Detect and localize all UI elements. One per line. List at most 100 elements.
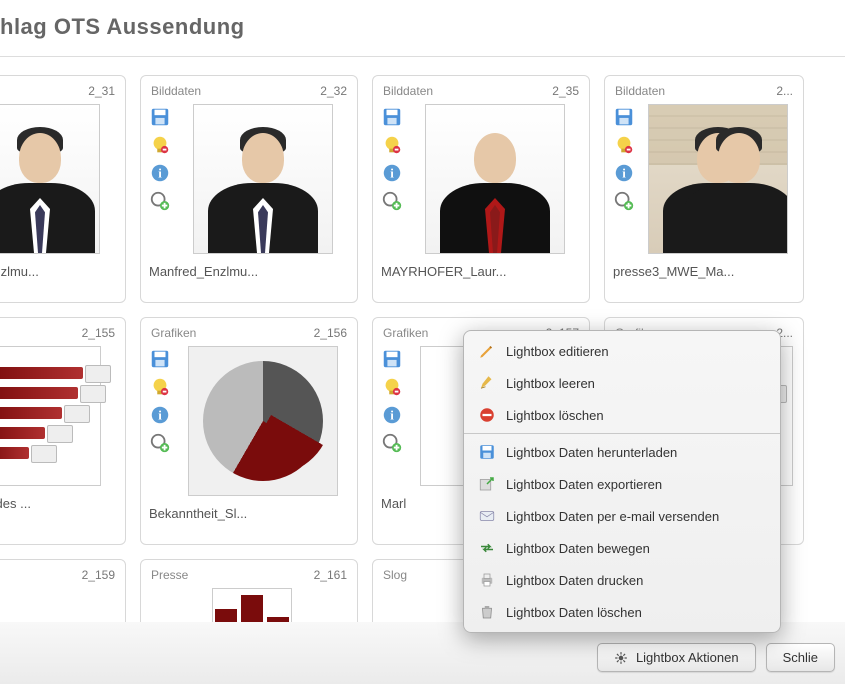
card-action-col: i bbox=[381, 104, 403, 254]
svg-text:i: i bbox=[622, 167, 626, 181]
menu-label: Lightbox Daten herunterladen bbox=[506, 445, 677, 460]
card-caption: Manfred_Enzlmu... bbox=[149, 254, 349, 279]
save-icon[interactable] bbox=[149, 348, 171, 370]
save-icon[interactable] bbox=[613, 106, 635, 128]
menu-email[interactable]: Lightbox Daten per e-mail versenden bbox=[464, 500, 780, 532]
card-id: 2_159 bbox=[82, 568, 115, 582]
zoom-icon[interactable] bbox=[613, 190, 635, 212]
bulb-icon[interactable] bbox=[149, 134, 171, 156]
page-title: hlag OTS Aussendung bbox=[0, 14, 845, 40]
save-icon[interactable] bbox=[381, 106, 403, 128]
thumbnail[interactable] bbox=[409, 104, 581, 254]
info-icon[interactable]: i bbox=[149, 404, 171, 426]
menu-move[interactable]: Lightbox Daten bewegen bbox=[464, 532, 780, 564]
bulb-icon[interactable] bbox=[149, 376, 171, 398]
card-category: Slog bbox=[383, 568, 407, 582]
asset-card[interactable]: Bilddaten 2_35 i MAYRHOFER_Laur... bbox=[372, 75, 590, 303]
svg-text:i: i bbox=[390, 167, 394, 181]
card-caption: MAYRHOFER_Laur... bbox=[381, 254, 581, 279]
button-label: Schlie bbox=[783, 650, 818, 665]
menu-label: Lightbox Daten löschen bbox=[506, 605, 642, 620]
card-id: 2_155 bbox=[82, 326, 115, 340]
window-header: hlag OTS Aussendung bbox=[0, 0, 845, 52]
broom-icon bbox=[478, 374, 496, 392]
info-icon[interactable]: i bbox=[613, 162, 635, 184]
disk-icon bbox=[478, 443, 496, 461]
asset-card[interactable]: Bilddaten 2... i presse3_MWE_Ma... bbox=[604, 75, 804, 303]
close-button[interactable]: Schlie bbox=[766, 643, 835, 672]
card-id: 2_32 bbox=[320, 84, 347, 98]
card-action-col: i bbox=[149, 346, 171, 496]
zoom-icon[interactable] bbox=[381, 432, 403, 454]
bulb-icon[interactable] bbox=[381, 134, 403, 156]
card-category: Bilddaten bbox=[615, 84, 665, 98]
minus-circle-icon bbox=[478, 406, 496, 424]
menu-clear[interactable]: Lightbox leeren bbox=[464, 367, 780, 399]
svg-text:i: i bbox=[158, 167, 162, 181]
menu-edit[interactable]: Lightbox editieren bbox=[464, 335, 780, 367]
card-id: 2_161 bbox=[314, 568, 347, 582]
header-divider bbox=[0, 56, 845, 57]
pencil-icon bbox=[478, 342, 496, 360]
card-id: 2... bbox=[776, 84, 793, 98]
button-label: Lightbox Aktionen bbox=[636, 650, 739, 665]
save-icon[interactable] bbox=[381, 348, 403, 370]
card-id: 2_31 bbox=[88, 84, 115, 98]
menu-label: Lightbox Daten per e-mail versenden bbox=[506, 509, 719, 524]
menu-label: Lightbox Daten exportieren bbox=[506, 477, 662, 492]
mail-icon bbox=[478, 507, 496, 525]
card-category: Bilddaten bbox=[383, 84, 433, 98]
thumbnail[interactable] bbox=[0, 346, 117, 486]
menu-separator bbox=[464, 433, 780, 434]
info-icon[interactable]: i bbox=[381, 162, 403, 184]
card-category: Grafiken bbox=[383, 326, 428, 340]
card-category: Grafiken bbox=[151, 326, 196, 340]
card-action-col: i bbox=[381, 346, 403, 486]
bulb-icon[interactable] bbox=[613, 134, 635, 156]
card-category: Presse bbox=[151, 568, 188, 582]
print-icon bbox=[478, 571, 496, 589]
thumbnail[interactable] bbox=[177, 104, 349, 254]
menu-label: Lightbox editieren bbox=[506, 344, 609, 359]
gear-icon bbox=[614, 651, 628, 665]
card-caption: ed_Enzlmu... bbox=[0, 254, 117, 279]
card-category: Bilddaten bbox=[151, 84, 201, 98]
trash-icon bbox=[478, 603, 496, 621]
svg-text:i: i bbox=[158, 409, 162, 423]
menu-label: Lightbox Daten bewegen bbox=[506, 541, 650, 556]
lightbox-context-menu: Lightbox editieren Lightbox leeren Light… bbox=[463, 330, 781, 633]
card-id: 2_35 bbox=[552, 84, 579, 98]
card-caption: Bekanntheit_Sl... bbox=[149, 496, 349, 521]
card-caption: tung_des ... bbox=[0, 486, 117, 511]
card-caption: presse3_MWE_Ma... bbox=[613, 254, 795, 279]
menu-label: Lightbox Daten drucken bbox=[506, 573, 643, 588]
asset-card[interactable]: Bilddaten 2_32 i Manfred_Enzlmu... bbox=[140, 75, 358, 303]
move-icon bbox=[478, 539, 496, 557]
thumbnail[interactable] bbox=[177, 346, 349, 496]
info-icon[interactable]: i bbox=[149, 162, 171, 184]
menu-label: Lightbox löschen bbox=[506, 408, 604, 423]
asset-card[interactable]: en 2_155 tung_des ... bbox=[0, 317, 126, 545]
export-icon bbox=[478, 475, 496, 493]
menu-download[interactable]: Lightbox Daten herunterladen bbox=[464, 436, 780, 468]
asset-card[interactable]: Grafiken 2_156 i Bekanntheit_Sl... bbox=[140, 317, 358, 545]
card-action-col: i bbox=[613, 104, 635, 254]
card-id: 2_156 bbox=[314, 326, 347, 340]
zoom-icon[interactable] bbox=[149, 432, 171, 454]
info-icon[interactable]: i bbox=[381, 404, 403, 426]
svg-text:i: i bbox=[390, 409, 394, 423]
menu-export[interactable]: Lightbox Daten exportieren bbox=[464, 468, 780, 500]
save-icon[interactable] bbox=[149, 106, 171, 128]
bulb-icon[interactable] bbox=[381, 376, 403, 398]
menu-label: Lightbox leeren bbox=[506, 376, 595, 391]
menu-data-delete[interactable]: Lightbox Daten löschen bbox=[464, 596, 780, 628]
menu-print[interactable]: Lightbox Daten drucken bbox=[464, 564, 780, 596]
zoom-icon[interactable] bbox=[381, 190, 403, 212]
asset-card[interactable]: ten 2_31 ed_Enzlmu... bbox=[0, 75, 126, 303]
card-action-col: i bbox=[149, 104, 171, 254]
thumbnail[interactable] bbox=[0, 104, 117, 254]
thumbnail[interactable] bbox=[641, 104, 795, 254]
lightbox-actions-button[interactable]: Lightbox Aktionen bbox=[597, 643, 756, 672]
zoom-icon[interactable] bbox=[149, 190, 171, 212]
menu-delete[interactable]: Lightbox löschen bbox=[464, 399, 780, 431]
